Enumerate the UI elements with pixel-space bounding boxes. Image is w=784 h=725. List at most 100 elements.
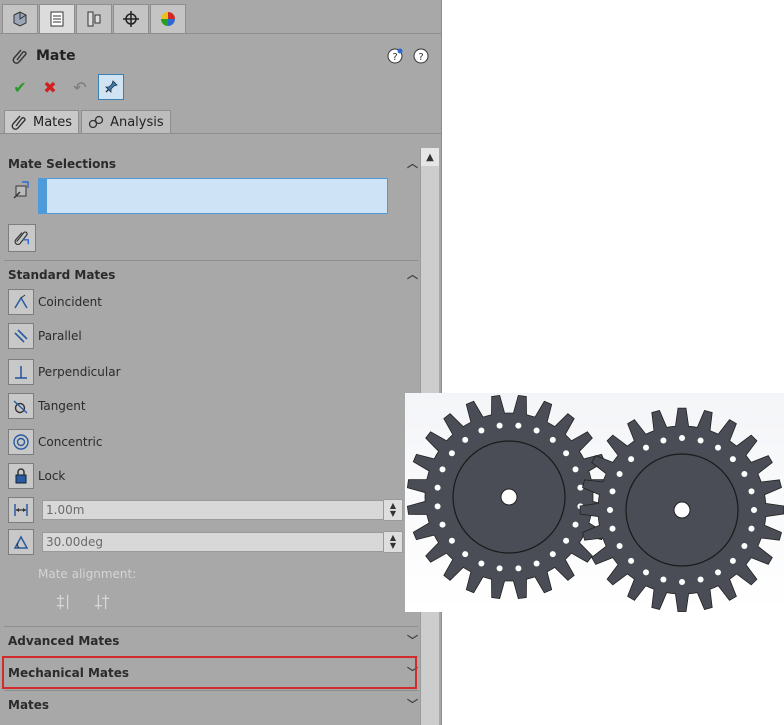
propertymanager-icon xyxy=(50,11,64,27)
whats-wrong-icon[interactable]: ? xyxy=(387,48,403,64)
distance-spinner[interactable]: ▲ ▼ xyxy=(384,499,403,521)
gear-hole xyxy=(715,569,721,576)
divider xyxy=(4,260,418,261)
gear-hole xyxy=(496,565,503,572)
mate-concentric[interactable]: Concentric xyxy=(8,428,102,456)
gear-hole xyxy=(628,557,635,564)
pushpin-icon xyxy=(105,80,118,93)
graphics-viewport[interactable] xyxy=(405,393,784,613)
property-manager-panel: Mate ? ? ✔ ✖ ↶ Mates Analysis ▲ Mate Sel… xyxy=(0,0,442,725)
angle-row: 30.00deg ▲ ▼ xyxy=(8,529,403,555)
gear-hole xyxy=(549,551,556,558)
entities-to-mate-icon xyxy=(12,180,34,202)
right-gear[interactable] xyxy=(579,407,784,613)
undo-button[interactable]: ↶ xyxy=(68,75,92,99)
gear-hole xyxy=(434,484,441,491)
anti-aligned-icon[interactable] xyxy=(92,592,112,612)
gear-hole xyxy=(563,450,570,457)
gear-hole xyxy=(751,507,757,513)
gear-hole xyxy=(679,435,685,441)
mates-list-header[interactable]: Mates ﹀ xyxy=(8,696,418,714)
gear-hole xyxy=(609,525,616,532)
gear-hole xyxy=(478,560,485,567)
gear-hole xyxy=(609,488,616,495)
tangent-button[interactable] xyxy=(8,393,34,419)
lock-label: Lock xyxy=(38,469,66,483)
propertymanager-tab[interactable] xyxy=(39,4,75,34)
gear-hole xyxy=(628,456,635,463)
selection-filter-icon xyxy=(14,231,29,246)
lock-button[interactable] xyxy=(8,463,34,489)
distance-row: 1.00m ▲ ▼ xyxy=(8,497,403,523)
gear-hole xyxy=(462,551,469,558)
display-manager-tab[interactable] xyxy=(150,4,186,34)
chevron-down-icon[interactable]: ﹀ xyxy=(407,632,418,648)
gear-hole xyxy=(448,537,455,544)
mate-selections-header[interactable]: Mate Selections ︿ xyxy=(8,155,418,173)
ok-button[interactable]: ✔ xyxy=(8,75,32,99)
advanced-mates-header[interactable]: Advanced Mates ﹀ xyxy=(8,632,418,650)
mate-tangent[interactable]: Tangent xyxy=(8,392,86,420)
perpendicular-button[interactable] xyxy=(8,359,34,385)
gear-hole xyxy=(643,569,649,576)
help-icon[interactable]: ? xyxy=(413,48,429,64)
parallel-button[interactable] xyxy=(8,323,34,349)
concentric-label: Concentric xyxy=(38,435,103,449)
gear-hole xyxy=(462,436,469,443)
gear-hole xyxy=(439,466,446,473)
mate-lock[interactable]: Lock xyxy=(8,462,65,490)
tab-analysis-label: Analysis xyxy=(110,114,164,130)
concentric-button[interactable] xyxy=(8,429,34,455)
action-buttons: ✔ ✖ ↶ xyxy=(8,74,124,100)
distance-button[interactable] xyxy=(8,497,34,523)
gear-assembly xyxy=(406,394,784,613)
mate-perpendicular[interactable]: Perpendicular xyxy=(8,358,121,386)
left-gear[interactable] xyxy=(406,394,612,600)
angle-icon xyxy=(13,535,29,549)
gear-hole xyxy=(515,565,522,572)
scroll-up-button[interactable]: ▲ xyxy=(421,148,439,166)
mate-alignment-buttons xyxy=(54,592,112,612)
cancel-button[interactable]: ✖ xyxy=(38,75,62,99)
angle-button[interactable] xyxy=(8,529,34,555)
angle-input[interactable]: 30.00deg xyxy=(42,532,384,552)
featuremanager-tab[interactable] xyxy=(2,4,38,34)
gear-hole xyxy=(607,507,613,513)
gear-hole xyxy=(549,436,556,443)
gear-hole xyxy=(616,471,623,477)
dimxpert-tab[interactable] xyxy=(113,4,149,34)
gear-hole xyxy=(697,437,704,444)
gear-hole xyxy=(660,437,667,444)
gear-hole xyxy=(679,579,685,585)
gear-hole xyxy=(448,450,455,457)
manager-tabs xyxy=(2,4,187,34)
gear-hole xyxy=(660,576,667,583)
configurationmanager-tab[interactable] xyxy=(76,4,112,34)
mate-coincident[interactable]: Coincident xyxy=(8,288,102,316)
aligned-icon[interactable] xyxy=(54,592,74,612)
mates-list-title: Mates xyxy=(8,698,50,712)
mate-parallel[interactable]: Parallel xyxy=(8,322,82,350)
gear-bore xyxy=(673,501,691,519)
keep-visible-button[interactable] xyxy=(98,74,124,100)
mechanical-mates-highlight xyxy=(2,656,417,689)
gear-hole xyxy=(748,525,755,532)
selection-filter-button[interactable] xyxy=(8,224,36,252)
distance-input[interactable]: 1.00m xyxy=(42,500,384,520)
standard-mates-header[interactable]: Standard Mates ︿ xyxy=(8,266,418,284)
entities-to-mate-field[interactable] xyxy=(38,178,388,214)
angle-spinner[interactable]: ▲ ▼ xyxy=(384,531,403,553)
tab-analysis[interactable]: Analysis xyxy=(81,110,171,134)
page-title: Mate xyxy=(12,48,76,64)
chevron-up-icon[interactable]: ︿ xyxy=(407,266,418,282)
paperclip-icon xyxy=(11,115,26,130)
tab-mates[interactable]: Mates xyxy=(4,110,80,134)
paperclip-icon xyxy=(12,49,27,64)
gear-hole xyxy=(572,466,579,473)
chevron-up-icon[interactable]: ︿ xyxy=(407,155,418,171)
mate-alignment-label: Mate alignment: xyxy=(38,567,137,581)
tangent-label: Tangent xyxy=(38,399,86,413)
chevron-down-icon[interactable]: ﹀ xyxy=(407,696,418,712)
tab-mates-label: Mates xyxy=(33,114,73,130)
coincident-button[interactable] xyxy=(8,289,34,315)
